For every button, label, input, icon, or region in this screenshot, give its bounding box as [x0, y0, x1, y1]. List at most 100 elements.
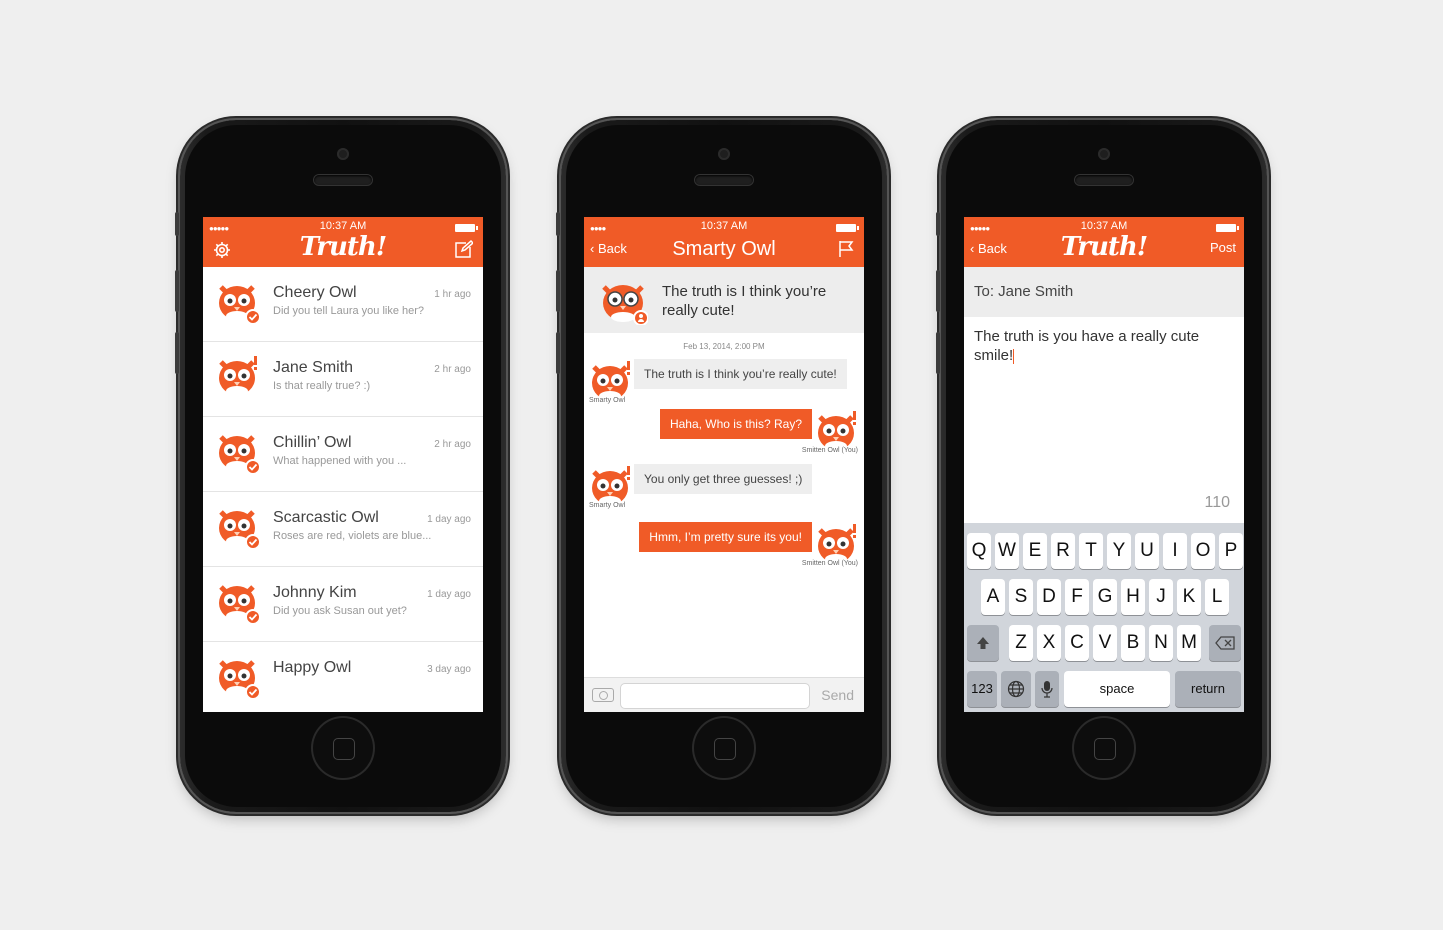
character-count: 110: [1204, 494, 1230, 511]
topic-text: The truth is I think you’re really cute!: [662, 283, 827, 319]
key-d[interactable]: D: [1037, 579, 1061, 615]
battery-icon: [455, 224, 478, 232]
front-camera: [1098, 148, 1110, 160]
contact-name: Happy Owl: [273, 659, 352, 676]
key-c[interactable]: C: [1065, 625, 1089, 661]
contact-name: Jane Smith: [273, 359, 354, 376]
message-preview: Is that really true? :): [273, 380, 371, 392]
timestamp: 1 day ago: [427, 589, 471, 600]
owl-icon: [219, 356, 257, 396]
message-input[interactable]: [620, 683, 810, 709]
message-body-text: The truth is you have a really cute smil…: [974, 328, 1200, 364]
home-button: [1074, 718, 1134, 778]
key-u[interactable]: U: [1135, 533, 1159, 569]
key-m[interactable]: M: [1177, 625, 1201, 661]
composer-bar: Send: [584, 677, 864, 712]
message-bubble: You only get three guesses! ;): [634, 464, 813, 494]
chat-screen: ●●●● 10:37 AM ‹ Back Smarty Owl The trut…: [584, 217, 864, 712]
delete-key[interactable]: [1209, 625, 1241, 661]
nav-bar: ●●●●● 10:37 AM Truth!: [203, 217, 483, 267]
timestamp: 1 hr ago: [434, 289, 471, 300]
key-w[interactable]: W: [995, 533, 1019, 569]
shift-key[interactable]: [967, 625, 999, 661]
home-button: [313, 718, 373, 778]
key-k[interactable]: K: [1177, 579, 1201, 615]
key-x[interactable]: X: [1037, 625, 1061, 661]
battery-icon: [1216, 224, 1239, 232]
key-h[interactable]: H: [1121, 579, 1145, 615]
shift-icon: [977, 637, 989, 649]
camera-icon[interactable]: [592, 688, 614, 702]
sender-caption: Smarty Owl: [589, 397, 626, 404]
key-o[interactable]: O: [1191, 533, 1215, 569]
sender-caption: Smitten Owl (You): [801, 560, 858, 567]
key-n[interactable]: N: [1149, 625, 1173, 661]
key-a[interactable]: A: [981, 579, 1005, 615]
space-key[interactable]: space: [1064, 671, 1170, 707]
conversation-row[interactable]: Johnny Kim Did you ask Susan out yet? 1 da…: [203, 567, 483, 642]
post-button[interactable]: Post: [1210, 240, 1236, 255]
inbox-screen: ●●●●● 10:37 AM Truth! Cheery Owl Did you …: [203, 217, 483, 712]
key-g[interactable]: G: [1093, 579, 1117, 615]
globe-icon: [1007, 680, 1025, 698]
volume-up-button: [175, 270, 179, 312]
key-i[interactable]: I: [1163, 533, 1187, 569]
owl-avatar: [217, 356, 261, 405]
sender-caption: Smarty Owl: [589, 502, 626, 509]
owl-avatar: [217, 506, 261, 555]
volume-down-button: [936, 332, 940, 374]
compose-icon[interactable]: [454, 240, 473, 258]
key-e[interactable]: E: [1023, 533, 1047, 569]
numbers-key[interactable]: 123: [967, 671, 997, 707]
send-button[interactable]: Send: [821, 687, 854, 703]
flag-icon[interactable]: [838, 240, 854, 257]
timestamp: 1 day ago: [427, 514, 471, 525]
key-z[interactable]: Z: [1009, 625, 1033, 661]
chat-title: Smarty Owl: [672, 238, 776, 260]
key-t[interactable]: T: [1079, 533, 1103, 569]
earpiece-speaker: [314, 175, 372, 185]
key-l[interactable]: L: [1205, 579, 1229, 615]
mute-switch: [175, 212, 179, 236]
message-bubble: Hmm, I’m pretty sure its you!: [639, 522, 812, 552]
conversation-row[interactable]: Cheery Owl Did you tell Laura you like he…: [203, 267, 483, 342]
conversation-row[interactable]: Chillin’ Owl What happened with you ... 2 …: [203, 417, 483, 492]
key-r[interactable]: R: [1051, 533, 1075, 569]
key-f[interactable]: F: [1065, 579, 1089, 615]
owl-avatar: [217, 431, 261, 480]
key-q[interactable]: Q: [967, 533, 991, 569]
return-key[interactable]: return: [1175, 671, 1241, 707]
owl-icon: [219, 510, 261, 550]
message-body-input[interactable]: The truth is you have a really cute smil…: [974, 327, 1229, 365]
keyboard: Q W E R T Y U I O P A S D F G H J K L Z X C V B N M 123 space return: [964, 523, 1244, 712]
volume-up-button: [936, 270, 940, 312]
volume-down-button: [175, 332, 179, 374]
message-bubble: The truth is I think you’re really cute!: [634, 359, 847, 389]
key-s[interactable]: S: [1009, 579, 1033, 615]
key-y[interactable]: Y: [1107, 533, 1131, 569]
microphone-icon: [1041, 681, 1053, 698]
owl-icon: [219, 435, 261, 475]
key-p[interactable]: P: [1219, 533, 1243, 569]
timestamp: 3 day ago: [427, 664, 471, 675]
conversation-row[interactable]: Happy Owl 3 day ago: [203, 642, 483, 712]
contact-name: Johnny Kim: [273, 584, 357, 601]
status-time: 10:37 AM: [700, 220, 748, 232]
conversation-row[interactable]: Jane Smith Is that really true? :) 2 hr ag…: [203, 342, 483, 417]
recipient-field[interactable]: To: Jane Smith: [964, 267, 1244, 317]
owl-avatar: [598, 279, 649, 330]
key-j[interactable]: J: [1149, 579, 1173, 615]
globe-key[interactable]: [1001, 671, 1031, 707]
mute-switch: [936, 212, 940, 236]
key-v[interactable]: V: [1093, 625, 1117, 661]
conversation-row[interactable]: Scarcastic Owl Roses are red, violets are…: [203, 492, 483, 567]
text-caret: [1013, 348, 1015, 364]
backspace-icon: [1215, 636, 1235, 650]
owl-icon: [219, 285, 261, 325]
key-b[interactable]: B: [1121, 625, 1145, 661]
status-time: 10:37 AM: [1080, 220, 1128, 232]
dictation-key[interactable]: [1035, 671, 1059, 707]
message-preview: Roses are red, violets are blue...: [273, 530, 432, 542]
nav-bar: ●●●● 10:37 AM ‹ Back Smarty Owl: [584, 217, 864, 267]
status-bar: ●●●● 10:37 AM: [584, 220, 864, 234]
